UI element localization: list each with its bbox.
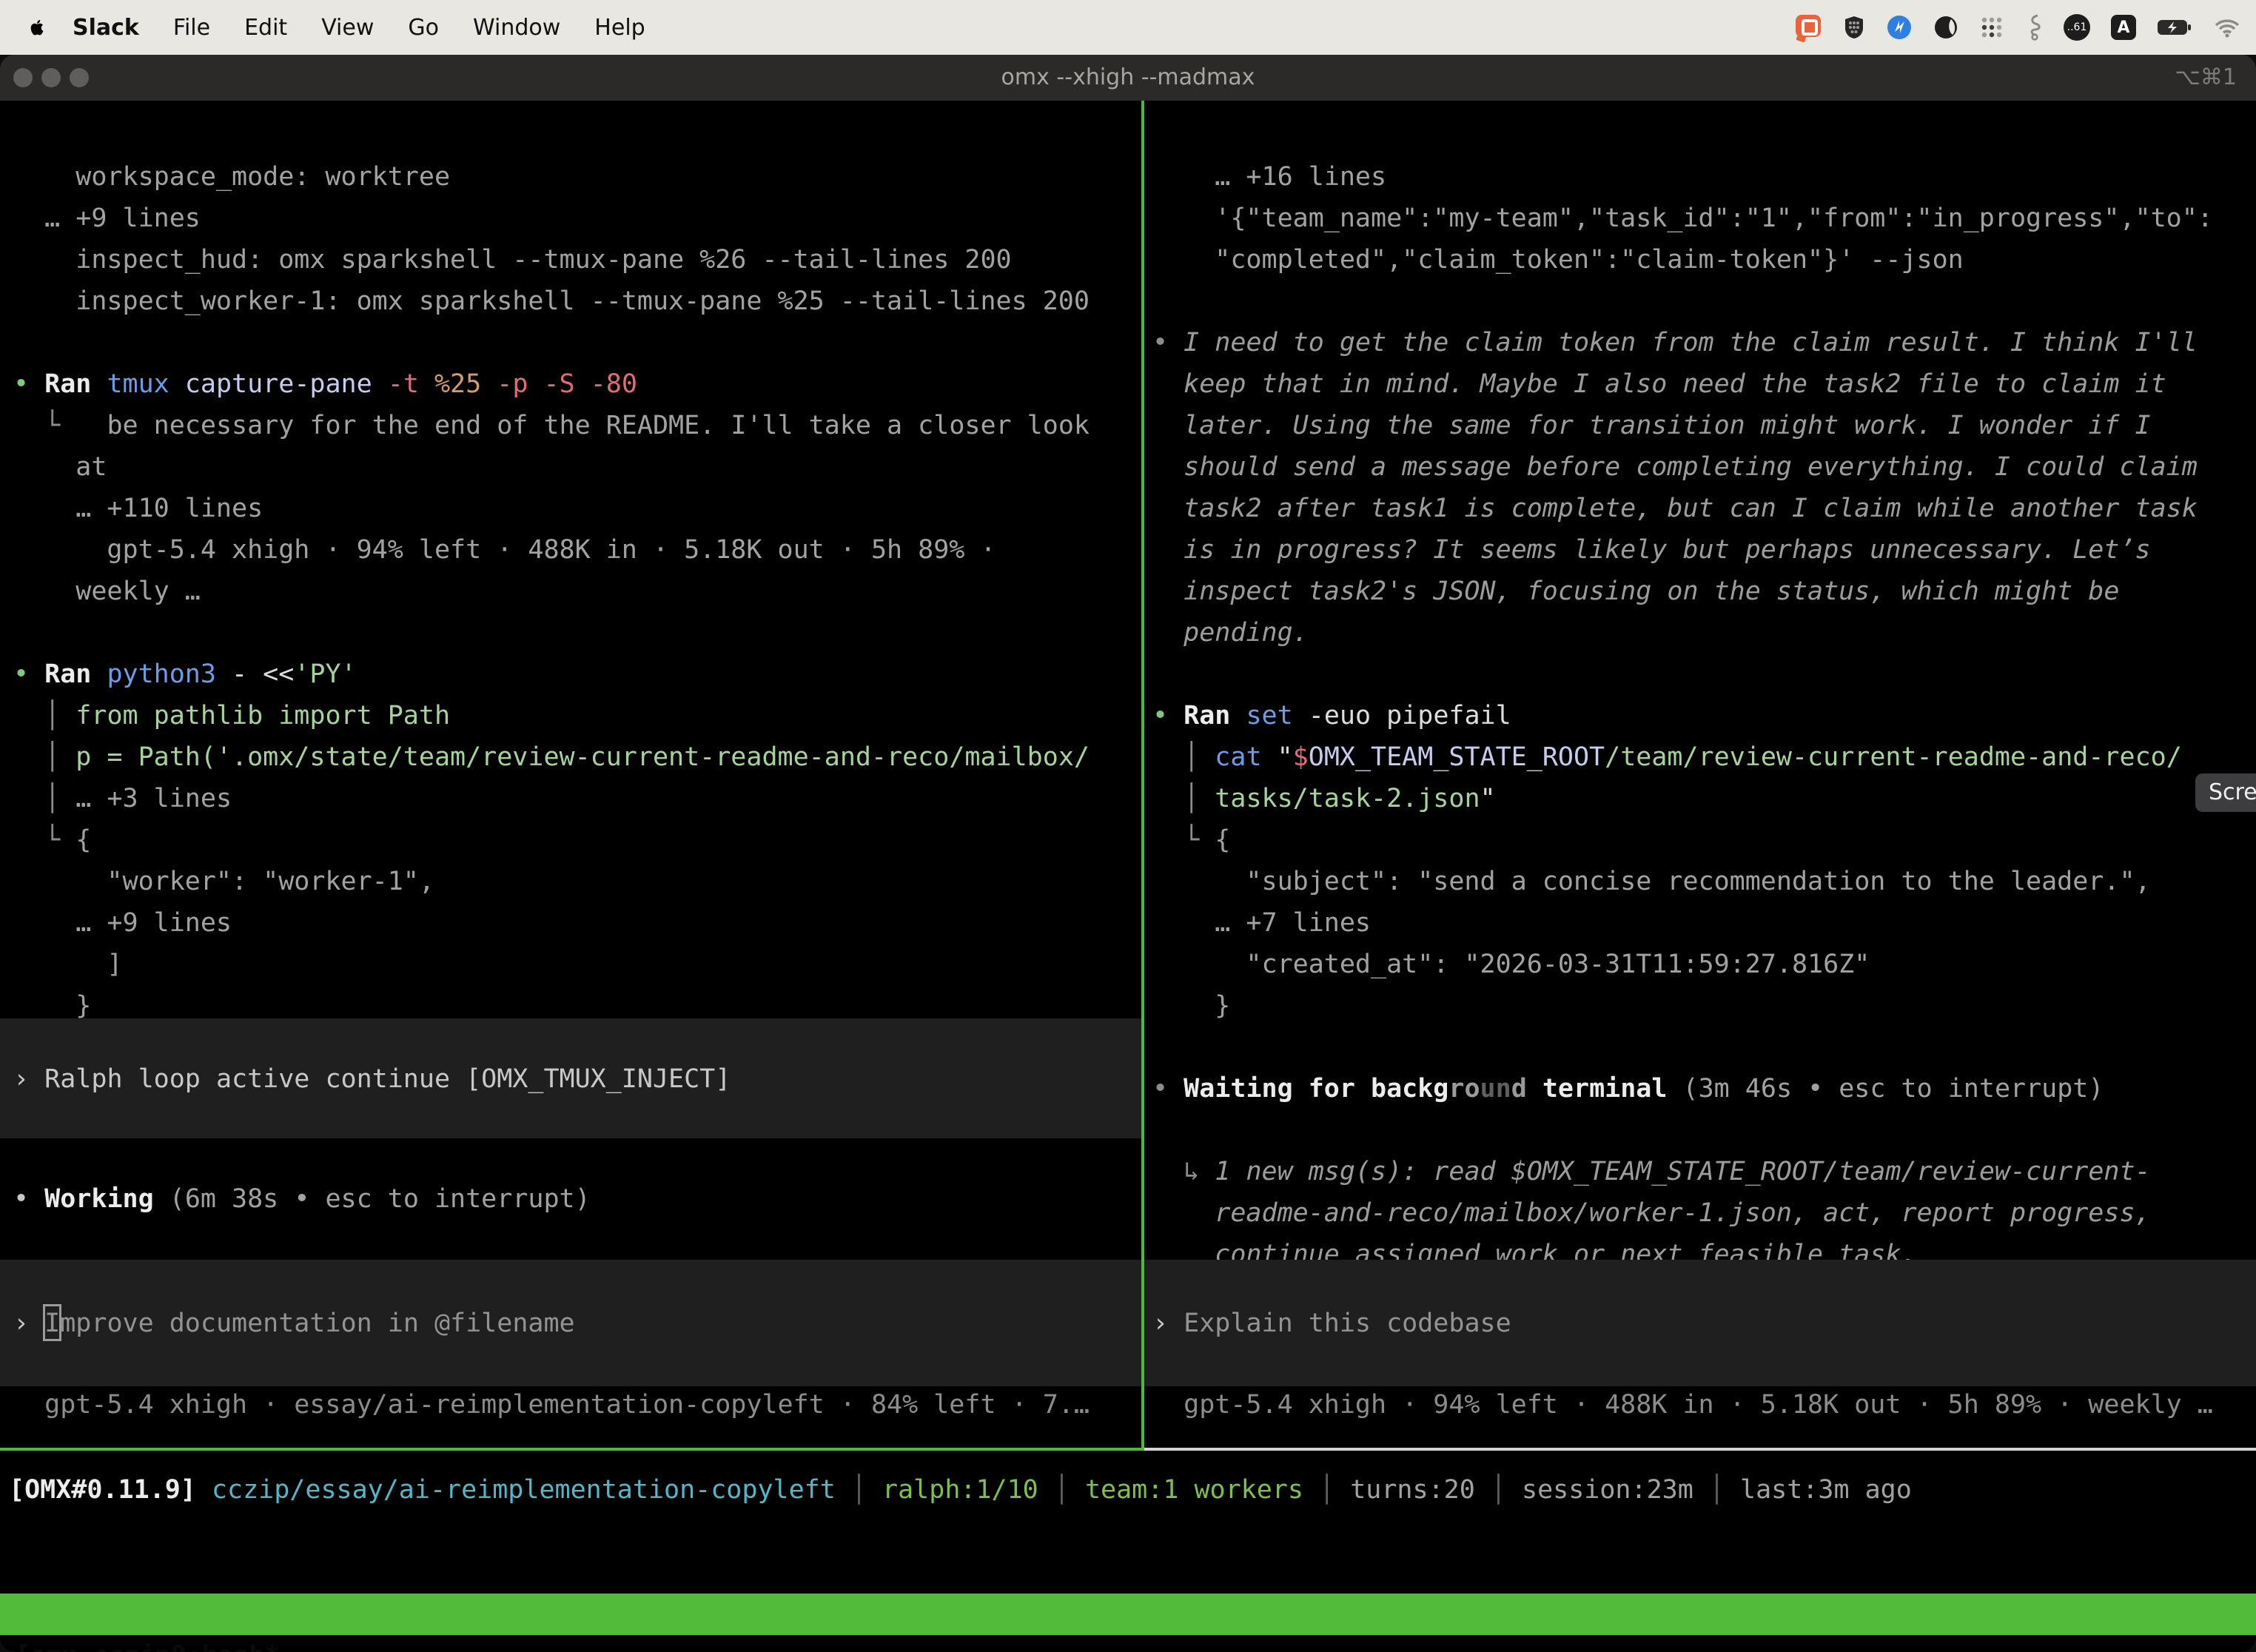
menu-item-window[interactable]: Window: [473, 15, 560, 41]
battery-icon[interactable]: [2157, 19, 2192, 36]
terminal-line: "completed","claim_token":"claim-token"}…: [1152, 239, 1964, 281]
terminal-line: weekly …: [13, 571, 201, 612]
screen: Slack File Edit View Go Window Help ..61 A: [0, 0, 2256, 1652]
menu-item-file[interactable]: File: [173, 15, 210, 41]
terminal-line: └ be necessary for the end of the README…: [13, 405, 1090, 446]
terminal-line: inspect_hud: omx sparkshell --tmux-pane …: [13, 239, 1012, 281]
moon-focus-icon[interactable]: [1933, 15, 1958, 40]
left-pane-bottom-border: [0, 1448, 1144, 1451]
terminal-line: }: [1152, 985, 1230, 1027]
terminal-line: └ {: [1152, 819, 1230, 861]
wifi-icon[interactable]: [2213, 17, 2241, 38]
menu-item-slack[interactable]: Slack: [73, 15, 139, 41]
terminal-line: readme-and-reco/mailbox/worker-1.json, a…: [1152, 1192, 2151, 1234]
terminal-window: omx --xhigh --madmax ⌥⌘1 workspace_mode:…: [0, 55, 2256, 1652]
squiggle-icon[interactable]: [2025, 14, 2043, 41]
terminal-line: is in progress? It seems likely but perh…: [1152, 529, 2151, 571]
terminal-line: keep that in mind. Maybe I also need the…: [1152, 363, 2166, 405]
apple-menu-icon[interactable]: [28, 16, 47, 38]
terminal-line: workspace_mode: worktree: [13, 156, 450, 198]
menu-status-icons: ..61 A: [1796, 14, 2256, 41]
apps-grid-icon[interactable]: [1979, 15, 2004, 40]
terminal-line: • Waiting for background terminal (3m 46…: [1152, 1068, 2104, 1109]
text-cursor: I: [44, 1309, 60, 1338]
terminal-line: at: [13, 446, 107, 488]
terminal-line: └ {: [13, 819, 91, 861]
terminal-line: │ p = Path('.omx/state/team/review-curre…: [13, 736, 1090, 778]
terminal-line: should send a message before completing …: [1152, 446, 2198, 488]
screen-tooltip: Scre: [2195, 773, 2256, 812]
privacy-shield-icon[interactable]: [1843, 15, 1865, 40]
menu-item-help[interactable]: Help: [594, 15, 645, 41]
battery-percent-badge[interactable]: ..61: [2064, 14, 2090, 41]
verified-badge-icon[interactable]: [1886, 14, 1913, 41]
battery-percent-label: ..61: [2067, 21, 2087, 33]
terminal-line: … +9 lines: [13, 902, 232, 944]
terminal-line: │ from pathlib import Path: [13, 695, 450, 736]
terminal-content: workspace_mode: worktree … +9 lines insp…: [0, 101, 2256, 1652]
right-model-status: gpt-5.4 xhigh · 94% left · 488K in · 5.1…: [1152, 1384, 2213, 1426]
window-title: omx --xhigh --madmax: [0, 55, 2256, 101]
menu-item-view[interactable]: View: [321, 15, 374, 41]
terminal-line: gpt-5.4 xhigh · 94% left · 488K in · 5.1…: [13, 529, 996, 571]
left-input-text[interactable]: › Improve documentation in @filename: [13, 1303, 575, 1344]
terminal-line: "worker": "worker-1",: [13, 861, 434, 902]
terminal-line: task2 after task1 is complete, but can I…: [1152, 488, 2198, 529]
terminal-line: … +7 lines: [1152, 902, 1371, 944]
terminal-line: inspect_worker-1: omx sparkshell --tmux-…: [13, 281, 1090, 322]
window-shortcut: ⌥⌘1: [2175, 55, 2237, 101]
terminal-line: • Ran tmux capture-pane -t %25 -p -S -80: [13, 363, 637, 405]
terminal-line: │ tasks/task-2.json": [1152, 778, 1496, 819]
input-source-label: A: [2117, 19, 2129, 37]
input-source-icon[interactable]: A: [2111, 15, 2136, 40]
menu-items: Slack File Edit View Go Window Help: [73, 15, 645, 41]
terminal-line: │ cat "$OMX_TEAM_STATE_ROOT/team/review-…: [1152, 736, 2182, 778]
right-pane-bottom-border: [1144, 1448, 2256, 1451]
right-input-text[interactable]: › Explain this codebase: [1152, 1303, 1511, 1344]
ralph-loop-text: › Ralph loop active continue [OMX_TMUX_I…: [13, 1058, 731, 1100]
omx-hud-status: [OMX#0.11.9] cczip/essay/ai-reimplementa…: [9, 1469, 1912, 1511]
terminal-line: … +110 lines: [13, 488, 263, 529]
terminal-line: ↳ 1 new msg(s): read $OMX_TEAM_STATE_ROO…: [1152, 1151, 2151, 1192]
terminal-line: … +9 lines: [13, 198, 201, 239]
terminal-line: pending.: [1152, 612, 1309, 654]
macos-menu-bar: Slack File Edit View Go Window Help ..61 A: [0, 0, 2256, 55]
terminal-line: │ … +3 lines: [13, 778, 232, 819]
tmux-session-label: [omx-cczip0:bash*: [15, 1635, 280, 1652]
pane-divider[interactable]: [1141, 101, 1144, 1448]
terminal-line: … +16 lines: [1152, 156, 1386, 198]
menu-item-go[interactable]: Go: [408, 15, 439, 41]
terminal-line: "created_at": "2026-03-31T11:59:27.816Z": [1152, 944, 1870, 985]
terminal-line: • Ran python3 - <<'PY': [13, 654, 357, 695]
slack-notification-icon[interactable]: [1796, 15, 1822, 40]
terminal-line: ]: [13, 944, 123, 985]
window-title-bar: omx --xhigh --madmax ⌥⌘1: [0, 55, 2256, 101]
left-model-status: gpt-5.4 xhigh · essay/ai-reimplementatio…: [13, 1384, 1090, 1426]
menu-item-edit[interactable]: Edit: [244, 15, 287, 41]
terminal-line: "subject": "send a concise recommendatio…: [1152, 861, 2151, 902]
working-status-line: • Working (6m 38s • esc to interrupt): [13, 1178, 591, 1220]
terminal-line: '{"team_name":"my-team","task_id":"1","f…: [1152, 198, 2213, 239]
tmux-status-bar: [omx-cczip0:bash* "MacBook-Pro-44.local"…: [0, 1594, 2256, 1635]
terminal-line: inspect task2's JSON, focusing on the st…: [1152, 571, 2119, 612]
terminal-line: • Ran set -euo pipefail: [1152, 695, 1511, 736]
terminal-line: later. Using the same for transition mig…: [1152, 405, 2151, 446]
terminal-line: • I need to get the claim token from the…: [1152, 322, 2198, 363]
